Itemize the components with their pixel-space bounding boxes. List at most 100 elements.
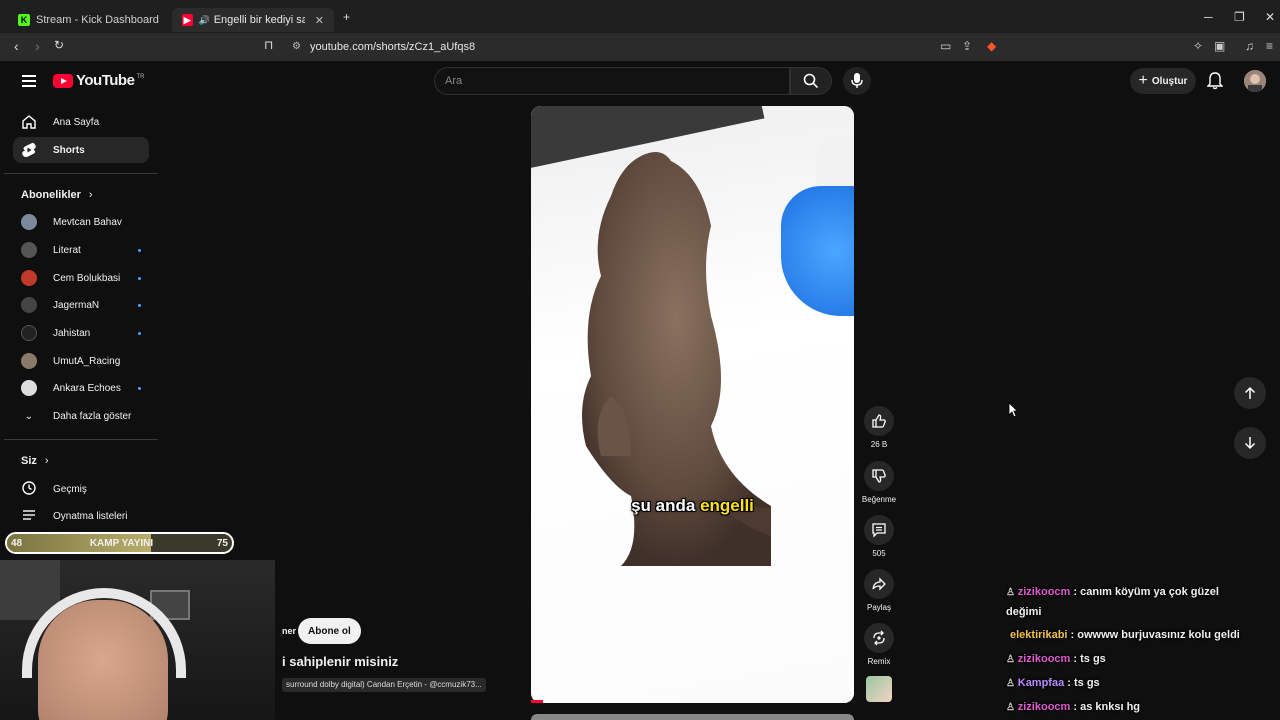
tab-kick-dashboard[interactable]: K Stream - Kick Dashboard (8, 8, 174, 32)
chat-username: Kampfaa (1017, 677, 1065, 689)
channel-avatar (21, 353, 37, 369)
user-avatar-icon (1244, 70, 1266, 92)
sidebar-item-home[interactable]: Ana Sayfa (13, 109, 149, 135)
channel-name: Literat (53, 244, 81, 256)
you-title: Siz (21, 455, 37, 467)
next-short-preview[interactable] (531, 714, 854, 720)
chat-message: değimi (1006, 604, 1041, 620)
subscription-item[interactable]: Jahistan (21, 321, 141, 345)
chat-text: değimi (1006, 606, 1042, 618)
channel-avatar (21, 270, 37, 286)
new-content-dot (138, 303, 141, 307)
new-content-dot (138, 276, 141, 280)
remix-icon-circle (864, 623, 894, 653)
dislike-icon-circle (864, 461, 894, 491)
next-short-button[interactable] (1234, 427, 1266, 459)
subscription-item[interactable]: JagermaN (21, 293, 141, 317)
video-progress-bar[interactable] (531, 700, 543, 703)
voice-search-button[interactable] (843, 67, 871, 95)
channel-name: Ankara Echoes (53, 382, 121, 394)
url-text: youtube.com/shorts/zCz1_aUfqs8 (310, 41, 476, 53)
close-tab-icon[interactable]: ✕ (315, 14, 324, 27)
search-input[interactable] (435, 68, 789, 94)
subscription-item[interactable]: Literat (21, 238, 141, 262)
close-window-icon[interactable]: ✕ (1265, 10, 1275, 24)
sidebar-toggle-icon[interactable]: ▣ (1214, 39, 1225, 53)
remix-label: Remix (867, 657, 891, 666)
comments-icon-circle (864, 515, 894, 545)
streamer-webcam (0, 560, 275, 720)
notifications-button[interactable] (1206, 72, 1224, 95)
tab-label: Engelli bir kediyi sahiplenir mi (213, 14, 305, 26)
subscription-item[interactable]: Ankara Echoes (21, 376, 141, 400)
subscription-item[interactable]: UmutA_Racing (21, 349, 141, 373)
subscriptions-heading[interactable]: Abonelikler › (21, 189, 93, 201)
url-field[interactable]: ⚙ youtube.com/shorts/zCz1_aUfqs8 (288, 37, 1008, 57)
like-button[interactable]: 26 B (861, 406, 897, 449)
dislike-button[interactable]: Beğenme (861, 461, 897, 504)
playlist-icon (21, 507, 37, 526)
shorts-icon (21, 142, 37, 158)
sidebar-item-history[interactable]: Geçmiş (21, 477, 141, 501)
youtube-logo[interactable]: YouTube TR (53, 72, 144, 89)
chat-message: elektirikabi : owwww burjuvasınız kolu g… (1006, 627, 1240, 643)
logo-country: TR (136, 73, 145, 80)
user-badge-icon: ♙ (1006, 678, 1018, 689)
account-avatar[interactable] (1244, 70, 1266, 92)
tab-youtube-short[interactable]: ▶ 🔊 Engelli bir kediyi sahiplenir mi ✕ (172, 8, 334, 32)
music-tag[interactable]: surround dolby digital) Candan Erçetin -… (282, 678, 486, 692)
chevron-right-icon: › (44, 455, 49, 467)
search-icon (803, 73, 819, 89)
create-button[interactable]: + Oluştur (1130, 68, 1196, 94)
comments-button[interactable]: 505 (861, 515, 897, 558)
sidebar: Ana Sayfa Shorts Abonelikler › Mevtcan B… (0, 101, 158, 541)
back-icon[interactable]: ‹ (14, 38, 19, 54)
search-box (434, 67, 790, 95)
sidebar-item-playlists[interactable]: Oynatma listeleri (21, 504, 141, 528)
previous-short-button[interactable] (1234, 377, 1266, 409)
show-more-button[interactable]: ⌄ Daha fazla göster (21, 404, 141, 428)
subscribe-button[interactable]: Abone ol (298, 618, 361, 644)
hamburger-menu-icon[interactable] (22, 75, 36, 87)
share-button[interactable]: Paylaş (861, 569, 897, 612)
caption-highlight: engelli (700, 496, 754, 515)
short-title: i sahiplenir misiniz (282, 654, 399, 669)
chat-message: ♙ Kampfaa : ts gs (1006, 675, 1100, 692)
subscription-item[interactable]: Cem Bolukbasi (21, 266, 141, 290)
subscription-item[interactable]: Mevtcan Bahav (21, 210, 141, 234)
you-heading[interactable]: Siz › (21, 455, 49, 467)
logo-text: YouTube (76, 72, 135, 89)
media-icon[interactable]: ♫ (1245, 39, 1254, 53)
sound-thumbnail[interactable] (866, 676, 892, 702)
site-info-icon[interactable]: ⚙ (292, 37, 301, 57)
goal-target-value: 75 (216, 537, 228, 549)
chat-text: : ts gs (1073, 653, 1106, 665)
channel-avatar (21, 214, 37, 230)
bell-icon (1206, 72, 1224, 90)
sidebar-item-shorts[interactable]: Shorts (13, 137, 149, 163)
chat-username: zizikoocm (1017, 653, 1071, 665)
brave-shield-icon[interactable]: ◆ (987, 39, 996, 53)
remix-button[interactable]: Remix (861, 623, 897, 666)
microphone-icon (851, 73, 863, 88)
restore-icon[interactable]: ❐ (1234, 10, 1245, 24)
chat-username: elektirikabi (1010, 629, 1068, 641)
mouse-cursor-icon (1008, 402, 1018, 418)
reload-icon[interactable]: ↻ (54, 38, 64, 52)
minimize-icon[interactable]: ─ (1204, 10, 1213, 24)
menu-icon[interactable]: ≡ (1266, 39, 1273, 53)
cast-icon[interactable]: ▭ (940, 39, 951, 53)
channel-name[interactable]: ner (282, 626, 296, 636)
channel-avatar (21, 325, 37, 341)
new-content-dot (138, 331, 141, 335)
extensions-icon[interactable]: ✧ (1193, 39, 1203, 53)
search-button[interactable] (790, 67, 832, 95)
short-video-player[interactable]: şu anda engelli (531, 106, 854, 703)
new-tab-icon[interactable]: + (343, 10, 350, 24)
forward-icon[interactable]: › (35, 38, 40, 54)
thumbs-up-icon (872, 414, 886, 428)
share-page-icon[interactable]: ⇪ (962, 39, 972, 53)
bookmark-icon[interactable]: ⊓ (264, 38, 273, 52)
chat-message: ♙ zizikoocm : as knksı hg (1006, 699, 1140, 716)
youtube-play-icon (53, 73, 73, 88)
